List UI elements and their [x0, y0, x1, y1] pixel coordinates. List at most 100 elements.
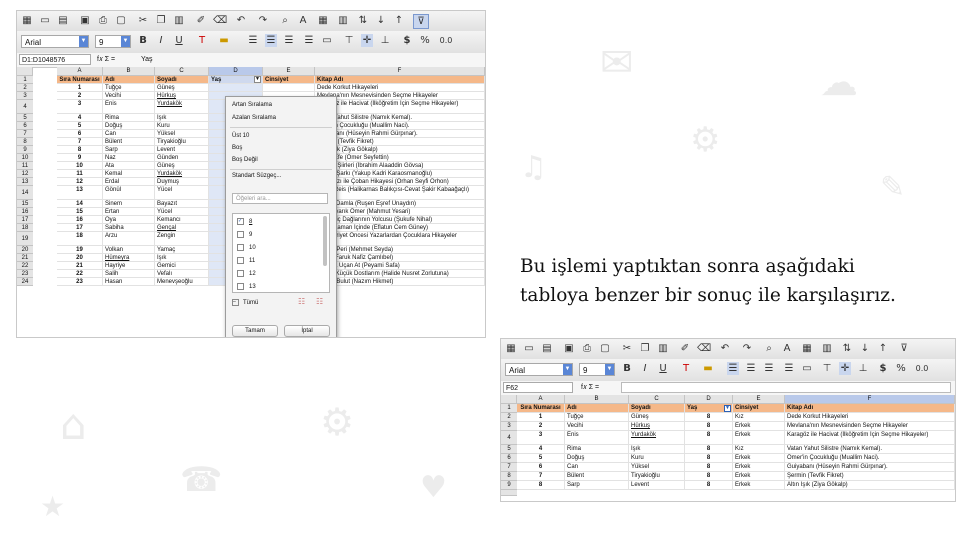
- table-cell[interactable]: Dede Korkut Hikayeleri: [315, 84, 485, 92]
- bold-button[interactable]: B: [137, 34, 149, 47]
- undo-icon[interactable]: ↶: [717, 342, 733, 355]
- row-header[interactable]: 9: [501, 481, 517, 490]
- table-cell[interactable]: Doğuş: [103, 122, 155, 130]
- column-header-f[interactable]: F: [315, 67, 485, 76]
- table-cell[interactable]: Ömer'in Çocukluğu (Muallim Naci).: [315, 122, 485, 130]
- sort-descending-icon[interactable]: ↑: [877, 342, 889, 355]
- font-size-select[interactable]: 9 ▼: [95, 35, 131, 48]
- table-cell[interactable]: Guiyabanı (Hüseyin Rahmi Gürpınar).: [785, 463, 955, 472]
- table-cell[interactable]: 4: [57, 114, 103, 122]
- header-cell[interactable]: Sıra Numarası: [57, 76, 103, 84]
- table-cell[interactable]: 8: [685, 431, 733, 445]
- table-cell[interactable]: Bülent: [103, 138, 155, 146]
- table-cell[interactable]: Işık: [155, 114, 209, 122]
- cut-icon[interactable]: ✂: [137, 14, 149, 27]
- table-cell[interactable]: Kemancı: [155, 216, 209, 224]
- redo-icon[interactable]: ↷: [739, 342, 755, 355]
- table-cell[interactable]: 2: [57, 92, 103, 100]
- table-cell[interactable]: 8: [685, 422, 733, 431]
- table-cell[interactable]: Karagöz ile Hacivat (İlköğretim İçin Seç…: [785, 431, 955, 445]
- table-cell[interactable]: Yücel: [155, 186, 209, 200]
- header-cell[interactable]: Kitap Adı: [315, 76, 485, 84]
- row-header[interactable]: 9: [17, 146, 33, 154]
- table-cell[interactable]: Vecihi: [565, 422, 629, 431]
- table-cell[interactable]: Sarp: [103, 146, 155, 154]
- table-cell[interactable]: Altın Işık (Ziya Gökalp): [315, 146, 485, 154]
- unselect-current-icon[interactable]: ☷: [316, 297, 323, 306]
- table-cell[interactable]: Hayriye: [103, 262, 155, 270]
- cut-icon[interactable]: ✂: [621, 342, 633, 355]
- row-header[interactable]: 1: [501, 404, 517, 413]
- sort-ascending-icon[interactable]: ↓: [375, 14, 387, 27]
- table-cell[interactable]: Romaniç Dağlarının Yolcusu (Şukufe Nihal…: [315, 216, 485, 224]
- table-cell[interactable]: 8: [517, 481, 565, 490]
- select-all-checkbox[interactable]: – Tümü: [232, 299, 258, 306]
- row-header[interactable]: 18: [17, 224, 33, 232]
- header-cell[interactable]: Soyadı: [155, 76, 209, 84]
- table-cell[interactable]: Bülent: [565, 472, 629, 481]
- table-cell[interactable]: 23: [57, 278, 103, 286]
- table-cell[interactable]: Erkek: [733, 472, 785, 481]
- sort-descending-icon[interactable]: ↑: [393, 14, 405, 27]
- copy-icon[interactable]: ❐: [639, 342, 651, 355]
- table-cell[interactable]: 10: [57, 162, 103, 170]
- row-header[interactable]: 6: [17, 122, 33, 130]
- row-header[interactable]: 5: [17, 114, 33, 122]
- table-cell[interactable]: Yurdakök: [155, 170, 209, 178]
- table-cell[interactable]: 3: [57, 100, 103, 114]
- clear-formatting-icon[interactable]: ⌫: [697, 342, 711, 355]
- table-cell[interactable]: Volkan: [103, 246, 155, 254]
- row-header[interactable]: 19: [17, 232, 33, 246]
- copy-icon[interactable]: ❐: [155, 14, 167, 27]
- align-right-icon[interactable]: ☰: [283, 34, 295, 47]
- table-cell[interactable]: Yüksel: [155, 130, 209, 138]
- table-cell[interactable]: Vecihi: [103, 92, 155, 100]
- underline-button[interactable]: U: [173, 34, 185, 47]
- find-icon[interactable]: ⌕: [763, 342, 775, 355]
- print-icon[interactable]: ⎙: [581, 342, 593, 355]
- row-header[interactable]: 11: [17, 162, 33, 170]
- table-cell[interactable]: 6: [517, 463, 565, 472]
- table-cell[interactable]: Yamaç: [155, 246, 209, 254]
- table-cell[interactable]: Şermin (Tevfik Fikret): [315, 138, 485, 146]
- table-cell[interactable]: Tuğçe: [103, 84, 155, 92]
- row-header[interactable]: 4: [501, 431, 517, 445]
- row-icon[interactable]: ▦: [801, 342, 813, 355]
- sort-ascending-item[interactable]: Artan Sıralama: [232, 102, 272, 108]
- table-cell[interactable]: Can: [103, 130, 155, 138]
- row-header[interactable]: 7: [501, 463, 517, 472]
- table-cell[interactable]: Sinem: [103, 200, 155, 208]
- table-cell[interactable]: Mevlana'nın Mesnevisinden Seçme Hikayele…: [785, 422, 955, 431]
- row-header[interactable]: 5: [501, 445, 517, 454]
- table-cell[interactable]: Seçme Şiirleri (İbrahim Alaaddin Gövsa): [315, 162, 485, 170]
- table-cell[interactable]: Işık: [155, 254, 209, 262]
- redo-icon[interactable]: ↷: [255, 14, 271, 27]
- clear-formatting-icon[interactable]: ⌫: [213, 14, 227, 27]
- sort-icon[interactable]: ⇅: [357, 14, 369, 27]
- table-cell[interactable]: Gemici: [155, 262, 209, 270]
- filter-value-item[interactable]: 11: [237, 257, 255, 264]
- font-name-select[interactable]: Arial ▼: [21, 35, 89, 48]
- row-header[interactable]: 10: [17, 154, 33, 162]
- highlight-icon[interactable]: ▬: [217, 34, 231, 47]
- currency-button[interactable]: $: [401, 34, 413, 47]
- table-cell[interactable]: 17: [57, 224, 103, 232]
- table-cell[interactable]: 3: [517, 431, 565, 445]
- table-cell[interactable]: Deniz Reis (Halikarnas Balıkçısı-Cevat Ş…: [315, 186, 485, 200]
- currency-button[interactable]: $: [877, 362, 889, 375]
- table-cell[interactable]: 5: [517, 454, 565, 463]
- table-cell[interactable]: Havaya Uçan At (Peyami Safa): [315, 262, 485, 270]
- table-cell[interactable]: Sevgili Bulut (Nazım Hikmet): [315, 278, 485, 286]
- row-header[interactable]: 24: [17, 278, 33, 286]
- column-header-b[interactable]: B: [565, 395, 629, 404]
- table-cell[interactable]: Altın Işık (Ziya Gökalp): [785, 481, 955, 490]
- align-left-icon[interactable]: ☰: [247, 34, 259, 47]
- table-cell[interactable]: Vatan Yahut Silistre (Namık Kemal).: [315, 114, 485, 122]
- table-cell[interactable]: Gençal: [155, 224, 209, 232]
- table-cell[interactable]: 19: [57, 246, 103, 254]
- table-cell[interactable]: Hümeyra: [103, 254, 155, 262]
- table-cell[interactable]: 18: [57, 232, 103, 246]
- table-cell[interactable]: Hürkuş: [155, 92, 209, 100]
- formula-input[interactable]: [621, 382, 951, 393]
- table-cell[interactable]: 14: [57, 200, 103, 208]
